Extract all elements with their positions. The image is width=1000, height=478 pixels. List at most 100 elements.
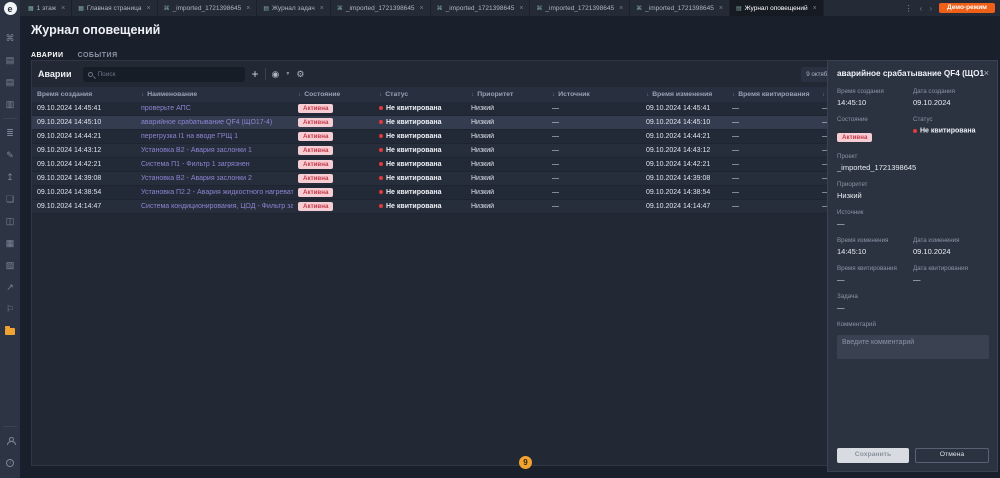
- column-header[interactable]: ↓Источник: [547, 91, 641, 98]
- column-header[interactable]: ↓Время квитирования: [727, 91, 817, 98]
- tab[interactable]: ⌘_imported_1721398645×: [158, 0, 258, 16]
- acknowledge-filter-icon[interactable]: ◉: [272, 70, 280, 79]
- column-header[interactable]: ↓Время изменения: [641, 91, 727, 98]
- alarm-name-link[interactable]: перегрузка I1 на вводе ГРЩ 1: [136, 133, 293, 140]
- tab[interactable]: ▤Журнал оповещений×: [730, 0, 824, 16]
- pattern-icon[interactable]: ▨: [0, 254, 20, 276]
- chevron-left-icon[interactable]: ‹: [920, 4, 923, 13]
- column-header[interactable]: ↓Наименование: [136, 91, 293, 98]
- user-icon[interactable]: [0, 430, 20, 452]
- save-button[interactable]: Сохранить: [837, 448, 909, 463]
- kebab-menu-icon[interactable]: ⋮: [905, 4, 913, 13]
- alarm-name-link[interactable]: аварийное срабатывание QF4 (ЩО17-4): [136, 119, 293, 126]
- alarm-name-link[interactable]: проверьте АПС: [136, 105, 293, 112]
- alarm-name-link[interactable]: Установка П2.2 - Авария жидкостного нагр…: [136, 189, 293, 196]
- tab[interactable]: ▤Журнал задач×: [257, 0, 331, 16]
- sort-icon[interactable]: ↓: [141, 91, 144, 98]
- tab[interactable]: ⌘_imported_1721398645×: [431, 0, 531, 16]
- status-cell: Не квитирована: [374, 119, 466, 126]
- settings-icon[interactable]: ⚙: [296, 70, 304, 79]
- close-tab-icon[interactable]: ×: [719, 5, 723, 12]
- sort-icon[interactable]: ↓: [379, 91, 382, 98]
- priority-cell: Низкий: [466, 161, 547, 168]
- clipboard-icon[interactable]: ▥: [0, 93, 20, 115]
- close-tab-icon[interactable]: ×: [61, 5, 65, 12]
- demo-mode-button[interactable]: Демо-режим: [939, 3, 995, 14]
- ack-cell: —: [727, 147, 817, 154]
- pen-icon[interactable]: ✎: [0, 144, 20, 166]
- alarm-name-link[interactable]: Система П1 - Фильтр 1 загрязнен: [136, 161, 293, 168]
- grid-icon[interactable]: ▦: [0, 232, 20, 254]
- ack-cell: —: [727, 119, 817, 126]
- tab[interactable]: ⌘_imported_1721398645×: [331, 0, 431, 16]
- close-tab-icon[interactable]: ×: [146, 5, 150, 12]
- chevron-down-icon[interactable]: ▼: [285, 71, 290, 77]
- sort-icon[interactable]: ↓: [471, 91, 474, 98]
- sort-icon[interactable]: ↓: [646, 91, 649, 98]
- status-cell: Не квитирована: [374, 189, 466, 196]
- comment-input[interactable]: [837, 335, 989, 359]
- info-icon[interactable]: i: [0, 452, 20, 474]
- field-label: Источник: [837, 209, 989, 216]
- close-icon[interactable]: ×: [984, 69, 989, 78]
- close-tab-icon[interactable]: ×: [246, 5, 250, 12]
- close-tab-icon[interactable]: ×: [813, 5, 817, 12]
- tag-icon[interactable]: ⚐: [0, 298, 20, 320]
- alarm-name-link[interactable]: Система кондиционирования, ЦОД - Фильтр …: [136, 203, 293, 210]
- column-header[interactable]: ↓Приоритет: [466, 91, 547, 98]
- column-header[interactable]: ↓Состояние: [293, 91, 374, 98]
- close-tab-icon[interactable]: ×: [619, 5, 623, 12]
- project-tree-icon[interactable]: ⌘: [0, 27, 20, 49]
- ack-date-value: —: [913, 275, 989, 284]
- trend-chart-icon[interactable]: ↗: [0, 276, 20, 298]
- layers-icon[interactable]: ❏: [0, 188, 20, 210]
- field-label: Дата изменения: [913, 237, 989, 244]
- server-icon[interactable]: ≣: [0, 122, 20, 144]
- upload-icon[interactable]: ↥: [0, 166, 20, 188]
- chevron-right-icon[interactable]: ›: [929, 4, 932, 13]
- close-tab-icon[interactable]: ×: [420, 5, 424, 12]
- sort-icon[interactable]: ↓: [732, 91, 735, 98]
- cancel-button[interactable]: Отмена: [915, 448, 989, 463]
- field-label: Время изменения: [837, 237, 913, 244]
- sort-icon[interactable]: ↓: [822, 91, 825, 98]
- source-cell: —: [547, 175, 641, 182]
- sort-icon[interactable]: ↓: [298, 91, 301, 98]
- tab[interactable]: ▦Главная страница×: [72, 0, 157, 16]
- column-label: Время квитирования: [738, 91, 809, 98]
- status-cell: Не квитирована: [374, 203, 466, 210]
- source-cell: —: [547, 105, 641, 112]
- close-tab-icon[interactable]: ×: [320, 5, 324, 12]
- search-field[interactable]: [83, 67, 245, 82]
- source-cell: —: [547, 133, 641, 140]
- state-cell: Активна: [293, 104, 374, 113]
- source-cell: —: [547, 189, 641, 196]
- archive-icon[interactable]: ◫: [0, 210, 20, 232]
- project-tree-icon: ⌘: [536, 5, 542, 12]
- divider: [265, 68, 266, 80]
- folder-icon[interactable]: [0, 320, 20, 342]
- alarm-name-link[interactable]: Установка В2 - Авария заслонки 1: [136, 147, 293, 154]
- field-label: Приоритет: [837, 181, 989, 188]
- alarm-count-badge[interactable]: 9: [519, 456, 532, 469]
- modified-cell: 09.10.2024 14:42:21: [641, 161, 727, 168]
- journal-icon[interactable]: ▤: [0, 49, 20, 71]
- report-icon[interactable]: ▤: [0, 71, 20, 93]
- sort-icon[interactable]: ↓: [552, 91, 555, 98]
- tab[interactable]: ⌘_imported_1721398645×: [530, 0, 630, 16]
- alarm-name-link[interactable]: Установка В2 - Авария заслонки 2: [136, 175, 293, 182]
- search-input[interactable]: [97, 71, 240, 78]
- app-logo-icon[interactable]: e: [4, 2, 17, 15]
- source-cell: —: [547, 203, 641, 210]
- priority-cell: Низкий: [466, 119, 547, 126]
- column-header[interactable]: Время создания: [32, 91, 136, 98]
- priority-cell: Низкий: [466, 105, 547, 112]
- ack-cell: —: [727, 189, 817, 196]
- status-text: Не квитирована: [386, 133, 442, 140]
- tab[interactable]: ▦1 этаж×: [22, 0, 72, 16]
- add-button[interactable]: +: [251, 68, 258, 80]
- close-tab-icon[interactable]: ×: [519, 5, 523, 12]
- modified-cell: 09.10.2024 14:44:21: [641, 133, 727, 140]
- tab[interactable]: ⌘_imported_1721398645×: [630, 0, 730, 16]
- column-header[interactable]: ↓Статус: [374, 91, 466, 98]
